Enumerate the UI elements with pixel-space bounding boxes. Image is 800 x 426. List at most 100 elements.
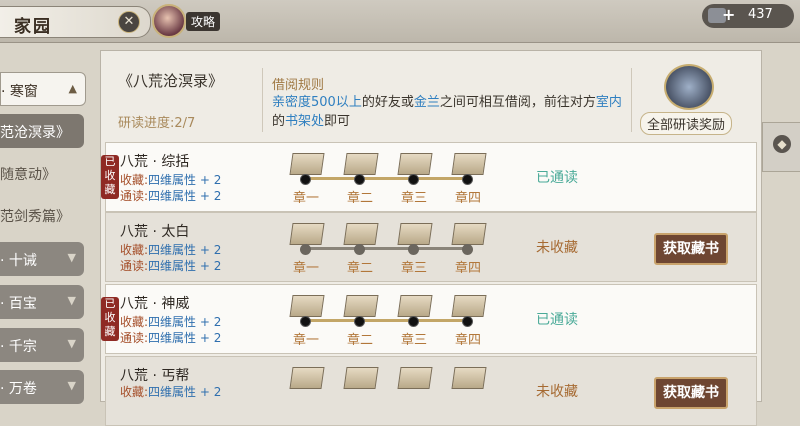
status-label: 未收藏 (536, 384, 578, 400)
chapter-label: 章四 (454, 261, 481, 276)
chapter-item[interactable]: 章一 (286, 219, 326, 277)
chapter-label: 章三 (400, 191, 427, 206)
nav-group-label: · 寒窗 (1, 84, 38, 100)
attr-name: 四维属性 (148, 173, 197, 187)
book-name: 八荒 · 丐帮 (120, 368, 190, 384)
collect-bonus: 收藏:四维属性 + 2 (120, 383, 221, 400)
collected-stamp: 已收藏 (101, 297, 119, 341)
chapter-item[interactable]: 章二 (340, 149, 380, 207)
dot-icon (408, 244, 419, 255)
chapter-track: 章一 章二 章三 章四 (286, 219, 488, 277)
all-reading-reward[interactable]: 全部研读奖励 (640, 64, 750, 135)
chapter-label: 章一 (292, 261, 319, 276)
nav-group-shijie[interactable]: · 十诫 ▼ (0, 242, 84, 276)
currency-display[interactable]: + 437 (702, 4, 794, 28)
collect-label: 收藏: (120, 385, 149, 399)
attr-value: + 2 (199, 243, 222, 257)
avatar (152, 4, 186, 38)
chapter-item[interactable] (286, 363, 326, 421)
read-label: 通读: (120, 189, 149, 203)
chapter-label: 章二 (346, 191, 373, 206)
collect-label: 收藏: (120, 243, 149, 257)
check-dot-icon (462, 174, 473, 185)
nav-group-baibao[interactable]: · 百宝 ▼ (0, 285, 84, 319)
book-box-icon (451, 153, 487, 175)
nav-sub-item[interactable]: 范剑秀篇》 (0, 206, 70, 226)
status-label: 已通读 (536, 170, 578, 186)
book-box-icon (343, 223, 379, 245)
nav-group-wanjuan[interactable]: · 万卷 ▼ (0, 370, 84, 404)
chevron-down-icon: ▼ (67, 337, 76, 350)
chapter-item[interactable]: 章四 (448, 219, 488, 277)
rules-highlight: 书架处 (285, 114, 325, 129)
chapter-track (286, 363, 488, 421)
check-dot-icon (462, 316, 473, 327)
nav-group-hanchuang[interactable]: · 寒窗 ▲ (0, 72, 86, 106)
chapter-label: 章三 (400, 333, 427, 348)
rules-highlight: 金兰 (413, 95, 440, 110)
chapter-item[interactable]: 章三 (394, 291, 434, 349)
read-bonus: 通读:四维属性 + 2 (120, 257, 221, 274)
book-row: 八荒 · 丐帮 收藏:四维属性 + 2 未收藏 获取藏书 (105, 356, 757, 426)
chest-icon (664, 64, 714, 110)
chevron-up-icon: ▲ (68, 82, 77, 95)
book-box-icon (343, 153, 379, 175)
close-icon[interactable]: ✕ (118, 11, 140, 33)
nav-sub-item[interactable]: 随意动》 (0, 164, 56, 184)
attr-name: 四维属性 (148, 259, 197, 273)
attr-value: + 2 (199, 315, 222, 329)
chapter-item[interactable]: 章三 (394, 149, 434, 207)
attr-value: + 2 (199, 189, 222, 203)
chapter-item[interactable]: 章二 (340, 291, 380, 349)
chapter-item[interactable]: 章四 (448, 149, 488, 207)
plus-icon[interactable]: + (722, 5, 735, 24)
rules-segment: 的好友或 (361, 95, 414, 110)
nav-item-label: 范沧溟录》 (0, 125, 70, 141)
collected-stamp: 已收藏 (101, 155, 119, 199)
nav-group-label: · 十诫 (0, 253, 37, 269)
home-tab[interactable]: 家园 ✕ (0, 6, 151, 38)
collect-bonus: 收藏:四维属性 + 2 (120, 241, 221, 258)
reading-progress: 研读进度:2/7 (118, 116, 196, 131)
read-label: 通读: (120, 259, 149, 273)
chapter-item[interactable]: 章一 (286, 149, 326, 207)
dot-icon (300, 244, 311, 255)
get-book-button[interactable]: 获取藏书 (654, 377, 728, 409)
progress-line (306, 319, 468, 322)
attr-value: + 2 (199, 173, 222, 187)
read-bonus: 通读:四维属性 + 2 (120, 187, 221, 204)
chevron-down-icon: ▼ (67, 379, 76, 392)
chapter-label: 章四 (454, 333, 481, 348)
dot-icon (462, 244, 473, 255)
nav-item-selected[interactable]: 范沧溟录》 (0, 114, 84, 148)
nav-group-qianzong[interactable]: · 千宗 ▼ (0, 328, 84, 362)
chapter-item[interactable]: 章二 (340, 219, 380, 277)
rules-segment: 的 (272, 114, 286, 129)
check-dot-icon (300, 316, 311, 327)
guide-button[interactable]: 攻略 (150, 4, 220, 38)
chapter-item[interactable]: 章四 (448, 291, 488, 349)
chapter-track: 章一 章二 章三 章四 (286, 149, 488, 207)
nav-group-label: · 万卷 (0, 381, 37, 397)
chapter-item[interactable] (340, 363, 380, 421)
book-row: 已收藏 八荒 · 综括 收藏:四维属性 + 2 通读:四维属性 + 2 章一 章… (101, 142, 757, 212)
book-box-icon (397, 153, 433, 175)
chapter-item[interactable]: 章一 (286, 291, 326, 349)
chapter-item[interactable] (448, 363, 488, 421)
chapter-item[interactable]: 章三 (394, 219, 434, 277)
check-dot-icon (354, 174, 365, 185)
side-toggle-button[interactable]: ◆ (762, 122, 800, 172)
chapter-label: 章一 (292, 191, 319, 206)
chapter-label: 章三 (400, 261, 427, 276)
book-row: 已收藏 八荒 · 神威 收藏:四维属性 + 2 通读:四维属性 + 2 章一 章… (101, 284, 757, 354)
attr-value: + 2 (199, 259, 222, 273)
check-dot-icon (408, 174, 419, 185)
book-box-icon (397, 295, 433, 317)
top-bar: 家园 ✕ 攻略 + 437 (0, 0, 800, 43)
chevron-down-icon: ▼ (67, 294, 76, 307)
nav-group-label: · 百宝 (0, 296, 37, 312)
get-book-button[interactable]: 获取藏书 (654, 233, 728, 265)
book-box-icon (451, 367, 487, 389)
attr-name: 四维属性 (148, 243, 197, 257)
chapter-item[interactable] (394, 363, 434, 421)
